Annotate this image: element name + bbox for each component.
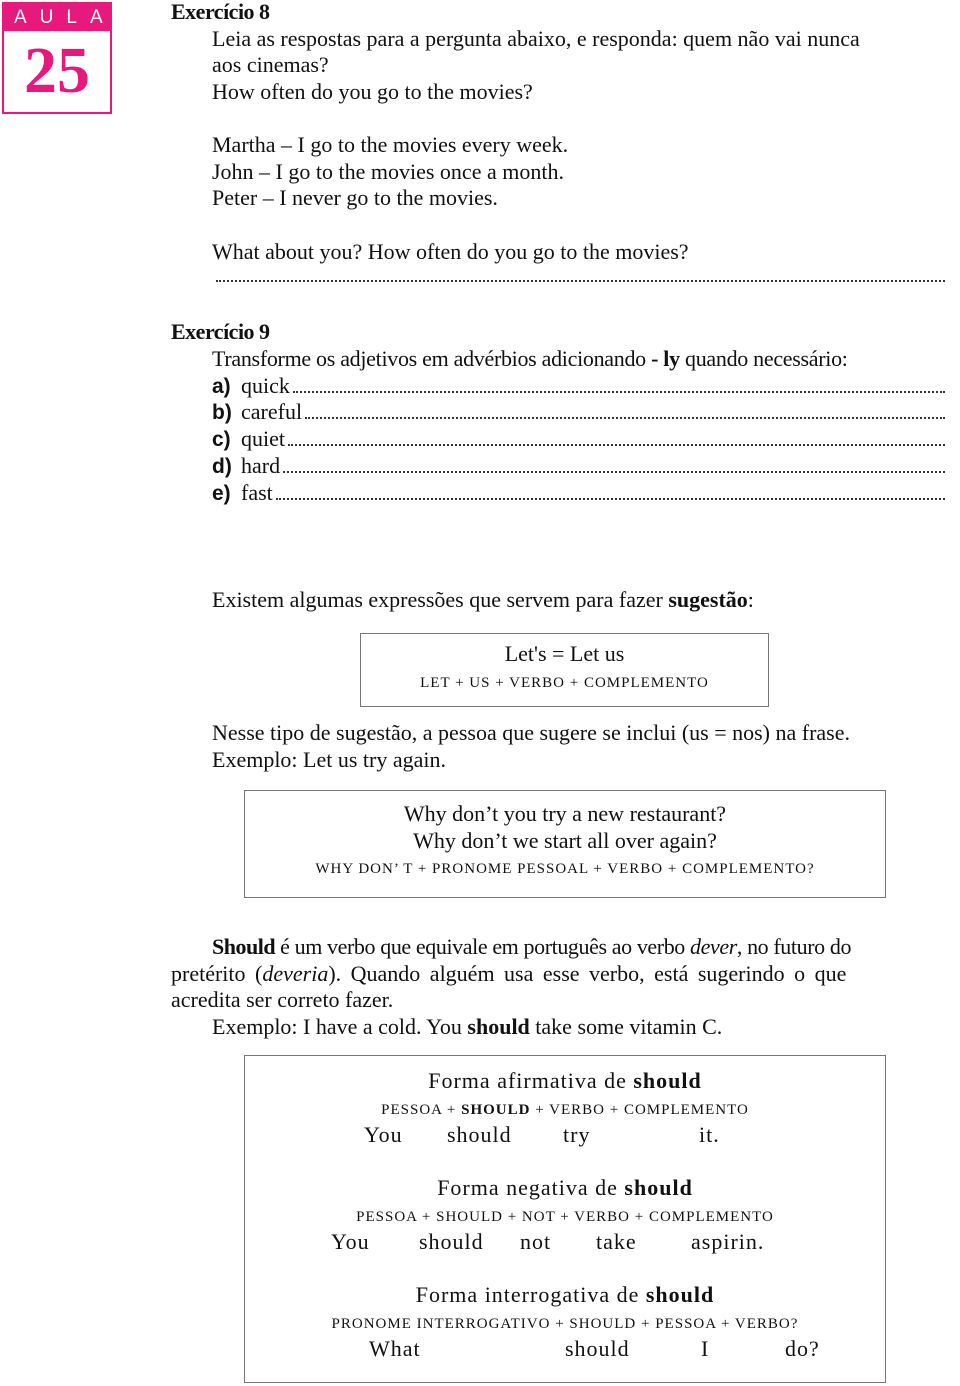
- should-example: Exemplo: I have a cold. You should take …: [212, 1014, 722, 1040]
- text: take some vitamin C.: [529, 1014, 723, 1039]
- list-item: b) careful: [212, 399, 945, 426]
- should-forms-box: Forma afirmativa de should PESSOA + SHOU…: [244, 1055, 886, 1383]
- lesson-number: 25: [24, 34, 90, 107]
- example-2: Why don’t we start all over again?: [413, 828, 717, 853]
- affirmative-formula: PESSOA + SHOULD + VERBO + COMPLEMENTO: [245, 1097, 885, 1123]
- item-label: d): [212, 455, 232, 478]
- text: Exemplo: I have a cold. You: [212, 1014, 468, 1039]
- lesson-label: AULA: [4, 4, 110, 31]
- item-word: hard: [241, 453, 281, 478]
- answer-john: John – I go to the movies once a month.: [212, 159, 564, 184]
- word: it.: [699, 1122, 720, 1147]
- exercise-8-title: Exercício 8: [171, 0, 270, 24]
- why-dont-formula: WHY DON’ T + PRONOME PESSOAL + VERBO + C…: [315, 861, 815, 877]
- lets-formula: LET + US + VERBO + COMPLEMENTO: [420, 675, 709, 691]
- text: é um verbo que equivale em português ao …: [275, 934, 691, 959]
- answer-line[interactable]: [283, 453, 945, 473]
- answer-peter: Peter – I never go to the movies.: [212, 185, 498, 210]
- list-item: c) quiet: [212, 426, 945, 453]
- word: aspirin.: [691, 1229, 765, 1254]
- answer-martha: Martha – I go to the movies every week.: [212, 132, 569, 157]
- bold-text: should: [633, 1068, 702, 1093]
- item-label: e): [212, 482, 231, 505]
- should-para-1: Should é um verbo que equivale em portug…: [212, 934, 851, 960]
- why-dont-box: Why don’t you try a new restaurant? Why …: [244, 790, 886, 898]
- should-para-2: pretérito (deveria). Quando alguém usa e…: [171, 961, 846, 987]
- ex8-prompt: What about you? How often do you go to t…: [212, 239, 689, 264]
- word: not: [520, 1229, 552, 1254]
- text: Transforme os adjetivos em advérbios adi…: [212, 346, 652, 371]
- item-word: careful: [241, 399, 303, 424]
- word: You: [364, 1122, 403, 1147]
- ex9-instruction: Transforme os adjetivos em advérbios adi…: [212, 346, 848, 372]
- answer-line[interactable]: [292, 373, 945, 393]
- bold-text: SHOULD: [461, 1102, 531, 1118]
- text: Forma negativa de: [437, 1175, 625, 1200]
- item-word: fast: [241, 480, 273, 505]
- word: What: [369, 1336, 421, 1361]
- item-word: quiet: [241, 426, 285, 451]
- text: + VERBO + COMPLEMENTO: [530, 1102, 749, 1118]
- item-word: quick: [241, 373, 290, 398]
- bold-text: should: [645, 1282, 715, 1307]
- text: Forma afirmativa de: [428, 1068, 634, 1093]
- text: quando necessário:: [679, 346, 848, 371]
- suggestion-intro: Existem algumas expressões que servem pa…: [212, 587, 754, 613]
- note-line-1: Nesse tipo de sugestão, a pessoa que sug…: [212, 720, 851, 745]
- answer-line[interactable]: [275, 480, 945, 500]
- answer-line[interactable]: [305, 399, 945, 419]
- bold-text: should: [467, 1014, 530, 1039]
- word: should: [419, 1229, 484, 1254]
- italic-text: deveria: [262, 961, 329, 986]
- word: should: [447, 1122, 512, 1147]
- text: ). Quando alguém usa esse verbo, está su…: [328, 961, 847, 986]
- ex8-instruction-cont: aos cinemas?: [212, 52, 329, 77]
- list-item: a) quick: [212, 373, 945, 400]
- word: take: [596, 1229, 637, 1254]
- word: You: [331, 1229, 370, 1254]
- example-1: Why don’t you try a new restaurant?: [403, 801, 727, 826]
- word: I: [701, 1336, 710, 1361]
- list-item: d) hard: [212, 453, 945, 480]
- lets-box: Let's = Let us LET + US + VERBO + COMPLE…: [360, 633, 769, 707]
- item-label: b): [212, 401, 232, 424]
- interrogative-title: Forma interrogativa de should: [245, 1282, 885, 1308]
- should-para-3: acredita ser correto fazer.: [171, 987, 394, 1012]
- item-label: c): [212, 428, 231, 451]
- answer-line[interactable]: [288, 426, 945, 446]
- bold-text: sugestão: [668, 587, 748, 612]
- item-label: a): [212, 375, 231, 398]
- word: should: [565, 1336, 630, 1361]
- ex8-question: How often do you go to the movies?: [212, 79, 533, 104]
- interrogative-formula: PRONOME INTERROGATIVO + SHOULD + PESSOA …: [331, 1316, 799, 1332]
- word: try: [563, 1122, 591, 1147]
- text: , no futuro do: [736, 934, 852, 959]
- list-item: e) fast: [212, 480, 945, 507]
- italic-text: dever: [690, 934, 737, 959]
- ex8-instruction: Leia as respostas para a pergunta abaixo…: [212, 26, 860, 51]
- exercise-9-title: Exercício 9: [171, 319, 270, 344]
- bold-text: Should: [212, 934, 276, 959]
- negative-title: Forma negativa de should: [245, 1175, 885, 1201]
- text: PESSOA +: [381, 1102, 462, 1118]
- note-line-2: Exemplo: Let us try again.: [212, 747, 446, 772]
- text: :: [747, 587, 754, 612]
- answer-line[interactable]: [216, 280, 945, 282]
- affirmative-title: Forma afirmativa de should: [245, 1068, 885, 1094]
- lesson-badge: AULA 25: [2, 2, 112, 114]
- text: pretérito (: [171, 961, 263, 986]
- bold-text: should: [624, 1175, 693, 1200]
- text: Forma interrogativa de: [415, 1282, 646, 1307]
- bold-text: - ly: [651, 346, 680, 371]
- lets-line: Let's = Let us: [504, 641, 625, 666]
- text: Existem algumas expressões que servem pa…: [212, 587, 669, 612]
- word: do?: [785, 1336, 820, 1361]
- negative-formula: PESSOA + SHOULD + NOT + VERBO + COMPLEME…: [356, 1209, 774, 1225]
